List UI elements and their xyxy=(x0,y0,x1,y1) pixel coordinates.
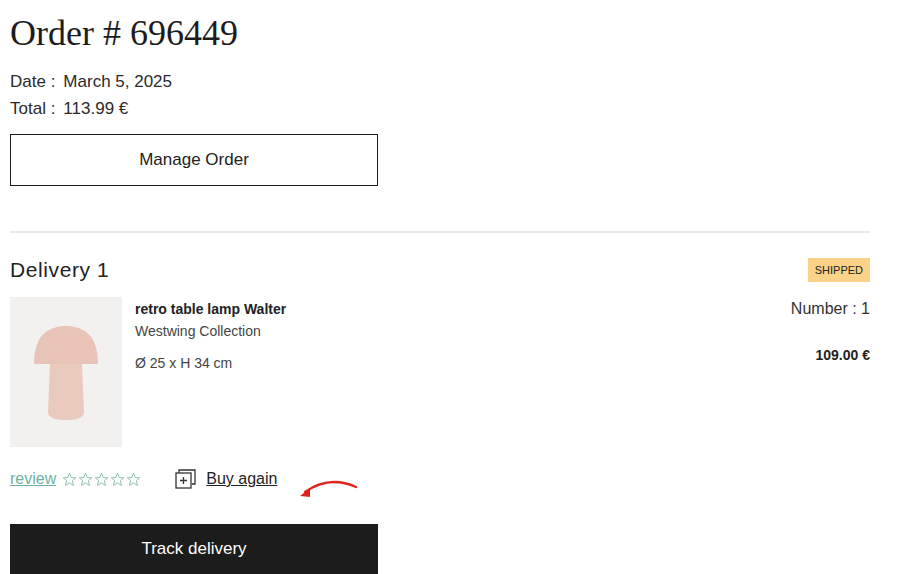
star-icon[interactable] xyxy=(78,472,93,487)
item-dimensions: Ø 25 x H 34 cm xyxy=(135,353,791,373)
info-value: March 5, 2025 xyxy=(63,68,172,95)
delivery-header: Delivery 1 SHIPPED xyxy=(10,257,870,283)
star-icon[interactable] xyxy=(62,472,77,487)
lamp-icon xyxy=(26,312,106,432)
delivery-title: Delivery 1 xyxy=(10,258,109,282)
star-icon[interactable] xyxy=(126,472,141,487)
review-link[interactable]: review xyxy=(10,470,56,488)
track-delivery-button[interactable]: Track delivery xyxy=(10,524,378,574)
buy-again-link[interactable]: Buy again xyxy=(175,469,277,489)
order-page: Order # 696449Date :March 5, 2025Total :… xyxy=(0,0,898,574)
buy-again-label[interactable]: Buy again xyxy=(206,470,277,488)
buy-again-icon xyxy=(175,469,197,489)
delivery-item: retro table lamp WalterWestwing Collecti… xyxy=(10,297,870,447)
info-label: Date : xyxy=(10,68,55,95)
status-badge: SHIPPED xyxy=(808,258,870,282)
item-price: 109.00 € xyxy=(816,345,871,365)
order-info-line: Total : 113.99 € xyxy=(10,95,898,122)
divider xyxy=(10,231,870,233)
item-details: retro table lamp WalterWestwing Collecti… xyxy=(135,297,791,373)
info-label: Total : xyxy=(10,95,55,122)
star-icon[interactable] xyxy=(110,472,125,487)
star-rating[interactable] xyxy=(62,472,141,487)
manage-order-button[interactable]: Manage Order xyxy=(10,134,378,186)
item-summary: Number : 1 109.00 € xyxy=(791,297,870,365)
order-info: Date : March 5, 2025 Total : 113.99 € xyxy=(10,68,898,122)
order-info-line: Date : March 5, 2025 xyxy=(10,68,898,95)
annotation-arrow-icon xyxy=(299,479,359,499)
product-photo[interactable] xyxy=(10,297,122,447)
item-name[interactable]: retro table lamp Walter xyxy=(135,299,791,319)
item-quantity: Number : 1 xyxy=(791,299,870,319)
item-brand: Westwing Collection xyxy=(135,321,791,341)
order-title: Order # 696449 xyxy=(10,12,898,55)
star-icon[interactable] xyxy=(94,472,109,487)
info-value: 113.99 € xyxy=(63,95,128,122)
item-actions: review Buy again xyxy=(10,459,898,499)
